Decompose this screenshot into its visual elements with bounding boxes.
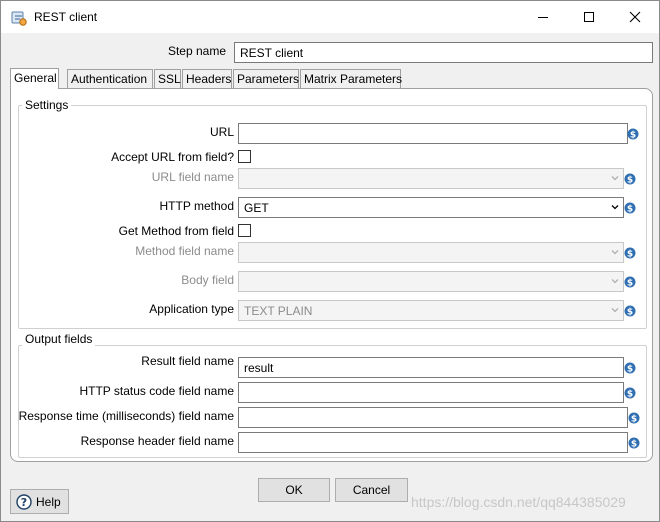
rest-client-app-icon [11, 11, 27, 26]
svg-text:$: $ [627, 279, 633, 289]
svg-text:$: $ [627, 176, 633, 186]
get-method-from-field-label: Get Method from field [118, 224, 234, 238]
maximize-button[interactable] [566, 1, 612, 33]
result-field-name-input[interactable]: result [238, 357, 624, 378]
watermark-text: https://blog.csdn.net/qq844385029 [411, 494, 626, 510]
response-header-field-name-label: Response header field name [80, 434, 234, 448]
svg-text:$: $ [627, 205, 633, 215]
response-time-field-name-input[interactable] [238, 407, 628, 428]
svg-text:$: $ [627, 390, 633, 400]
body-field-label: Body field [181, 273, 234, 287]
body-field-combo[interactable] [238, 271, 624, 292]
response-header-field-name-input[interactable] [238, 432, 628, 453]
tab-headers[interactable]: Headers [182, 69, 232, 88]
step-name-input[interactable]: REST client [234, 42, 653, 63]
get-method-from-field-checkbox[interactable] [238, 224, 251, 237]
tab-ssl[interactable]: SSL [154, 69, 181, 88]
general-tab-panel: Settings Output fields URL $ Accept URL … [10, 88, 653, 462]
http-method-label: HTTP method [159, 199, 234, 213]
dollar-variable-icon: $ [624, 387, 636, 399]
dollar-variable-icon: $ [624, 247, 636, 259]
tab-authentication[interactable]: Authentication [67, 69, 153, 88]
url-field-name-label: URL field name [151, 170, 234, 184]
http-status-code-field-name-label: HTTP status code field name [79, 384, 234, 398]
title-bar: REST client [1, 1, 659, 33]
close-icon [629, 11, 641, 23]
dollar-variable-icon: $ [624, 362, 636, 374]
output-fields-group-title: Output fields [22, 332, 96, 346]
chevron-down-icon [611, 176, 619, 181]
cancel-button[interactable]: Cancel [335, 478, 408, 502]
question-circle-icon: ? [16, 493, 32, 510]
http-status-code-field-name-input[interactable] [238, 382, 624, 403]
tab-parameters[interactable]: Parameters [233, 69, 299, 88]
minimize-icon [538, 17, 548, 18]
http-method-select[interactable]: GET [238, 197, 624, 218]
dollar-variable-icon: $ [624, 305, 636, 317]
window-title: REST client [34, 10, 98, 24]
svg-text:$: $ [631, 415, 637, 425]
method-field-name-combo[interactable] [238, 242, 624, 263]
ok-button[interactable]: OK [258, 478, 330, 502]
url-label: URL [209, 125, 234, 139]
svg-text:$: $ [630, 131, 636, 141]
chevron-down-icon [611, 250, 619, 255]
step-name-label: Step name [167, 44, 226, 58]
dollar-variable-icon: $ [628, 437, 640, 449]
dollar-variable-icon: $ [624, 276, 636, 288]
accept-url-from-field-label: Accept URL from field? [111, 150, 234, 164]
dollar-variable-icon: $ [624, 173, 636, 185]
accept-url-from-field-checkbox[interactable] [238, 150, 251, 163]
chevron-down-icon [611, 205, 619, 210]
help-button[interactable]: ? Help [10, 489, 69, 514]
response-time-field-name-label: Response time (milliseconds) field name [18, 409, 234, 423]
application-type-select[interactable]: TEXT PLAIN [238, 300, 624, 321]
method-field-name-label: Method field name [135, 244, 234, 258]
settings-group-title: Settings [22, 98, 72, 112]
help-button-label: Help [36, 494, 61, 509]
svg-text:$: $ [627, 250, 633, 260]
tab-general[interactable]: General [10, 68, 59, 89]
result-field-name-label: Result field name [141, 354, 234, 368]
svg-text:$: $ [631, 440, 637, 450]
minimize-button[interactable] [520, 1, 566, 33]
chevron-down-icon [611, 308, 619, 313]
svg-text:$: $ [627, 365, 633, 375]
application-type-label: Application type [149, 302, 234, 316]
svg-text:?: ? [21, 496, 27, 509]
tab-matrix-parameters[interactable]: Matrix Parameters [300, 69, 402, 88]
url-field-name-combo[interactable] [238, 168, 624, 189]
dollar-variable-icon: $ [627, 128, 639, 140]
close-button[interactable] [612, 1, 658, 33]
rest-client-dialog: REST client Step name REST client Genera… [0, 0, 660, 522]
chevron-down-icon [611, 279, 619, 284]
svg-text:$: $ [627, 308, 633, 318]
maximize-icon [584, 12, 594, 22]
dollar-variable-icon: $ [624, 202, 636, 214]
dollar-variable-icon: $ [628, 412, 640, 424]
url-input[interactable] [238, 123, 628, 144]
